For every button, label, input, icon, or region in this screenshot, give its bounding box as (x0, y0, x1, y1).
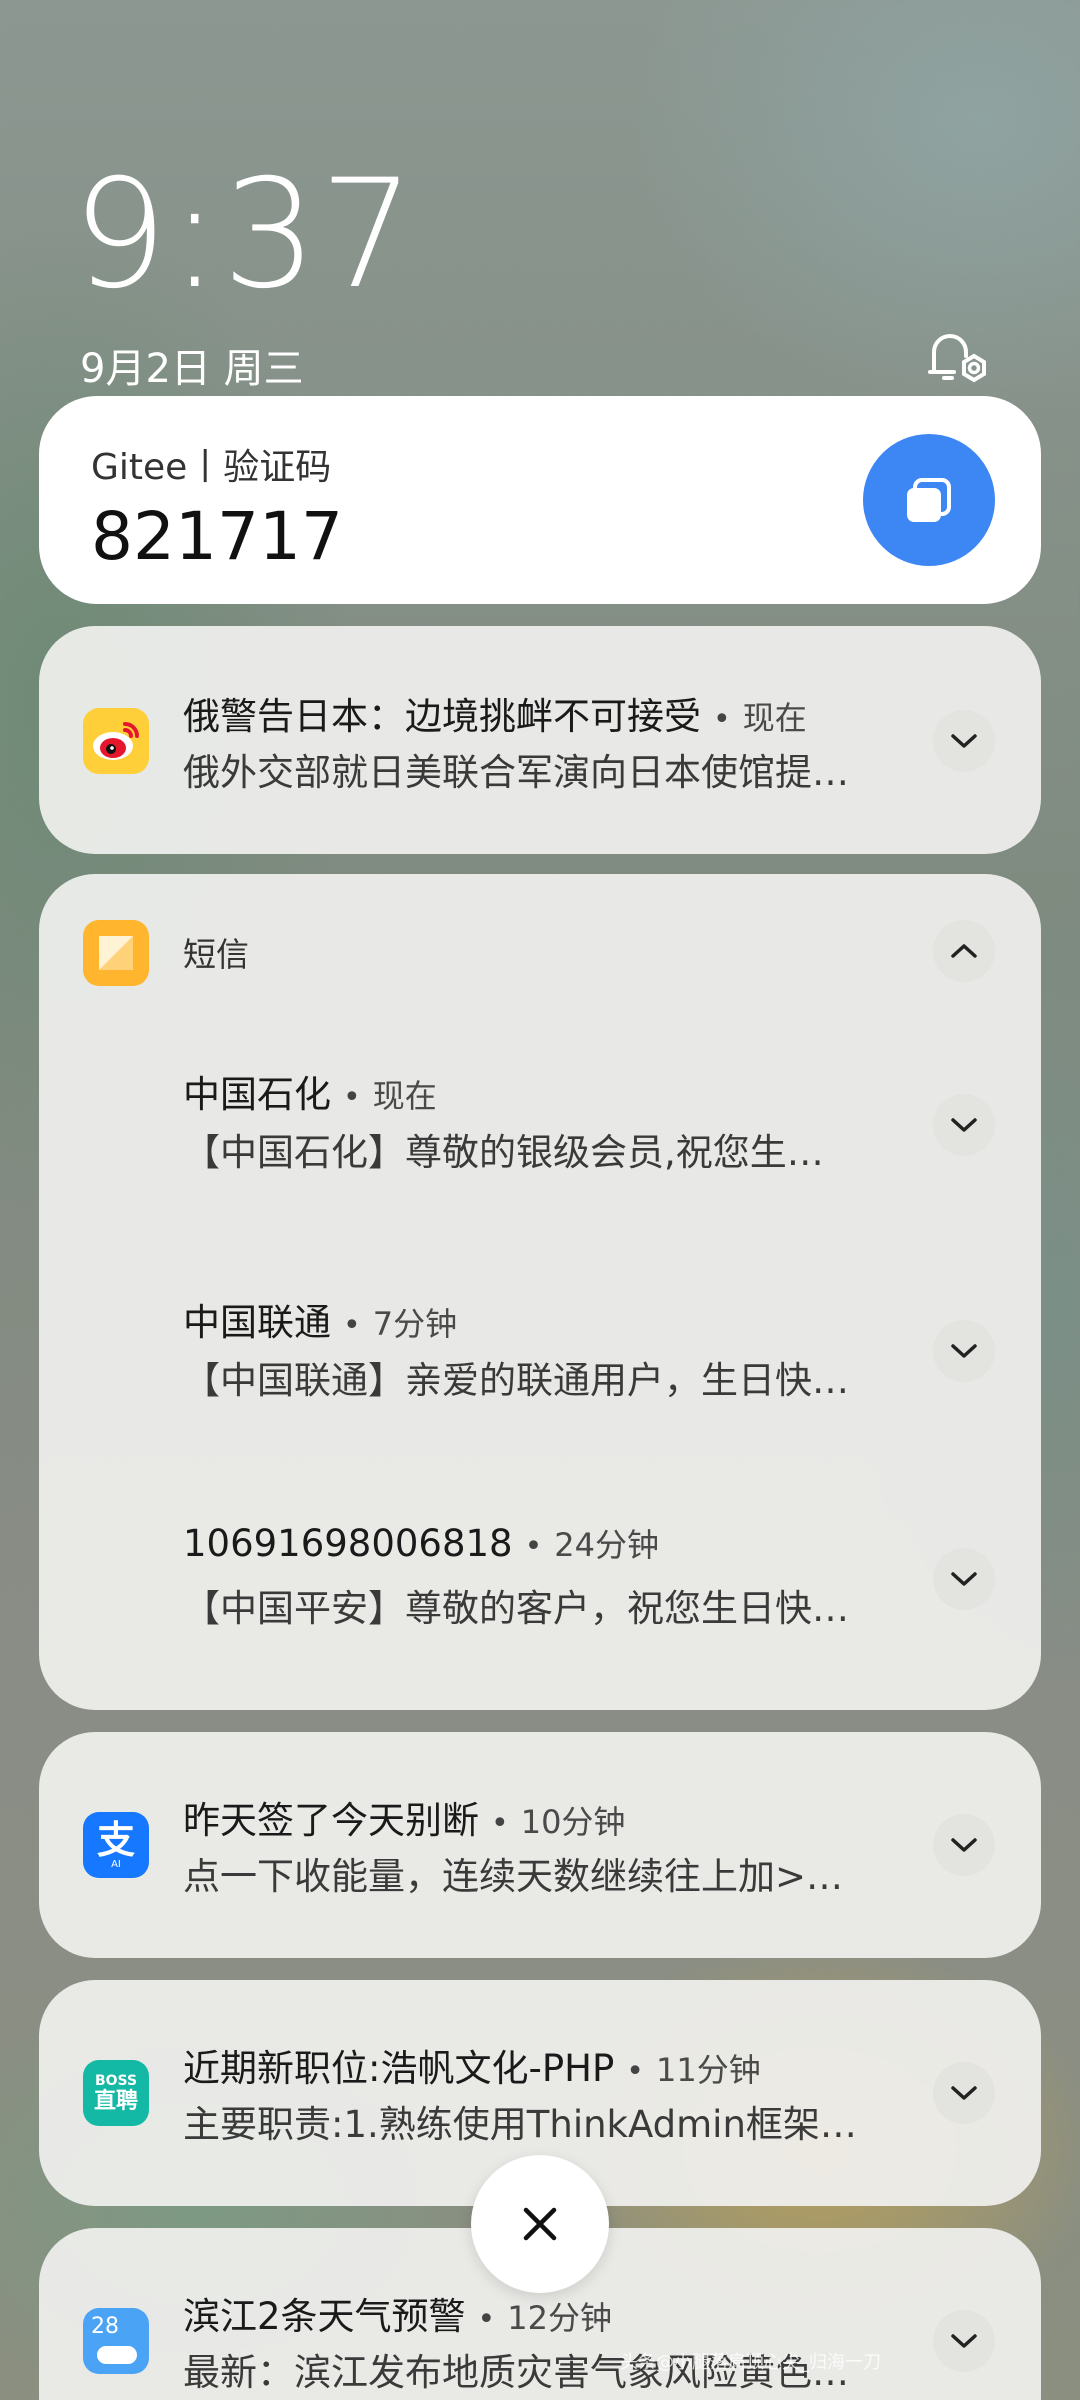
sms-body: 【中国联通】亲爱的联通用户，生日快… (183, 1359, 849, 1402)
copy-code-button[interactable] (863, 434, 995, 566)
sms-item-title: 中国联通 • 7分钟 (183, 1301, 458, 1344)
sms-time: 7分钟 (372, 1305, 458, 1343)
chevron-down-icon (951, 734, 977, 748)
sms-sender: 中国石化 (183, 1073, 331, 1116)
expand-button[interactable] (933, 2310, 995, 2372)
boss-title: 近期新职位:浩帆文化-PHP (183, 2047, 615, 2090)
boss-icon-line2: 直聘 (93, 2088, 138, 2114)
alipay-icon: 支 AI (83, 1812, 149, 1878)
weather-icon-num: 28 (91, 2314, 119, 2339)
chevron-down-icon (951, 2334, 977, 2348)
sms-sender: 10691698006818 (183, 1522, 513, 1565)
chevron-down-icon (951, 2086, 977, 2100)
notification-title: 俄警告日本：边境挑衅不可接受 • 现在 (183, 695, 807, 738)
watermark: 头条@小腿落肩顶心尖_归海一刀 (620, 2352, 881, 2373)
weibo-time: 现在 (742, 699, 807, 737)
sms-body: 【中国平安】尊敬的客户，祝您生日快… (183, 1587, 849, 1630)
expand-button[interactable] (933, 1548, 995, 1610)
alipay-time: 10分钟 (520, 1803, 626, 1841)
weibo-title: 俄警告日本：边境挑衅不可接受 (183, 695, 701, 738)
expand-button[interactable] (933, 710, 995, 772)
lockscreen-date: 9月2日 周三 (80, 346, 304, 392)
alipay-icon-glyph: 支 (96, 1817, 135, 1862)
boss-zhipin-icon: BOSS 直聘 (83, 2060, 149, 2126)
expand-button[interactable] (933, 2062, 995, 2124)
sms-time: 现在 (372, 1077, 437, 1115)
notification-settings-icon[interactable] (924, 326, 994, 386)
collapse-button[interactable] (933, 920, 995, 982)
chevron-down-icon (951, 1118, 977, 1132)
boss-body: 主要职责:1.熟练使用ThinkAdmin框架… (183, 2103, 857, 2146)
close-icon (523, 2207, 557, 2241)
sms-item-title: 中国石化 • 现在 (183, 1073, 437, 1116)
alipay-body: 点一下收能量，连续天数继续往上加>… (183, 1855, 844, 1898)
weather-title: 滨江2条天气预警 (183, 2295, 466, 2338)
sms-app-label: 短信 (183, 935, 249, 974)
weibo-icon (83, 708, 149, 774)
alipay-icon-sub: AI (111, 1858, 121, 1870)
weibo-notification[interactable]: 俄警告日本：边境挑衅不可接受 • 现在 俄外交部就日美联合军演向日本使馆提… (39, 626, 1041, 854)
chevron-down-icon (951, 1838, 977, 1852)
weather-icon: 28 (83, 2308, 149, 2374)
lockscreen-clock: 9:37 (72, 148, 417, 322)
boss-icon-line1: BOSS (94, 2072, 138, 2089)
chevron-down-icon (951, 1344, 977, 1358)
chevron-down-icon (951, 1572, 977, 1586)
sms-sender: 中国联通 (183, 1301, 331, 1344)
verification-code-card[interactable]: Gitee丨验证码 821717 (39, 396, 1041, 604)
notification-title: 近期新职位:浩帆文化-PHP • 11分钟 (183, 2047, 761, 2090)
chevron-up-icon (951, 944, 977, 958)
weibo-body: 俄外交部就日美联合军演向日本使馆提… (183, 751, 849, 794)
clear-all-notifications-button[interactable] (471, 2155, 609, 2293)
sms-body: 【中国石化】尊敬的银级会员,祝您生… (183, 1131, 824, 1174)
notification-title: 昨天签了今天别断 • 10分钟 (183, 1799, 626, 1842)
expand-button[interactable] (933, 1094, 995, 1156)
alipay-title: 昨天签了今天别断 (183, 1799, 479, 1842)
notification-title: 滨江2条天气预警 • 12分钟 (183, 2295, 612, 2338)
otp-title: Gitee丨验证码 (91, 447, 332, 488)
alipay-notification[interactable]: 支 AI 昨天签了今天别断 • 10分钟 点一下收能量，连续天数继续往上加>… (39, 1732, 1041, 1958)
copy-icon (907, 478, 951, 522)
sms-notification-group[interactable]: 短信 中国石化 • 现在 【中国石化】尊敬的银级会员,祝您生… 中国联通 • 7分钟 【… (39, 874, 1041, 1710)
otp-code: 821717 (91, 498, 343, 575)
weather-time: 12分钟 (507, 2299, 612, 2337)
expand-button[interactable] (933, 1320, 995, 1382)
boss-time: 11分钟 (655, 2051, 761, 2089)
expand-button[interactable] (933, 1814, 995, 1876)
sms-item-title: 10691698006818 • 24分钟 (183, 1522, 660, 1565)
sms-time: 24分钟 (554, 1526, 660, 1564)
messages-icon (83, 920, 149, 986)
